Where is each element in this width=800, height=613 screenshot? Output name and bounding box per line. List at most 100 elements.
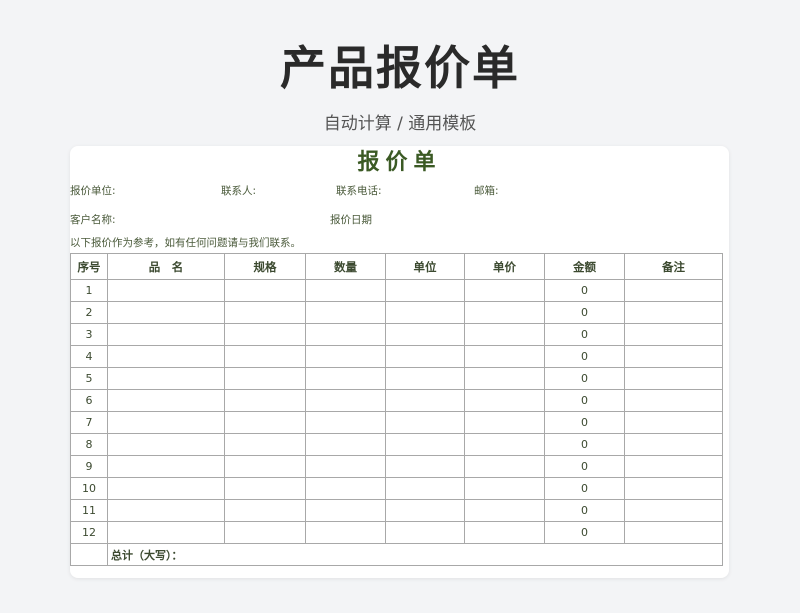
input-cell[interactable]	[464, 433, 545, 456]
input-cell[interactable]	[385, 389, 465, 412]
input-cell[interactable]	[224, 455, 306, 478]
input-cell[interactable]	[624, 389, 723, 412]
input-cell[interactable]	[305, 477, 386, 500]
input-cell[interactable]	[385, 433, 465, 456]
input-cell[interactable]	[107, 345, 225, 368]
input-cell[interactable]	[224, 367, 306, 390]
amount-cell[interactable]: 0	[544, 301, 625, 324]
input-cell[interactable]	[107, 433, 225, 456]
customer-label: 客户名称:	[70, 214, 116, 226]
row-number-cell: 9	[70, 455, 108, 478]
date-label: 报价日期	[330, 214, 372, 226]
input-cell[interactable]	[624, 301, 723, 324]
input-cell[interactable]	[107, 499, 225, 522]
amount-cell[interactable]: 0	[544, 521, 625, 544]
column-header: 单位	[385, 253, 465, 280]
input-cell[interactable]	[624, 433, 723, 456]
input-cell[interactable]	[305, 411, 386, 434]
input-cell[interactable]	[624, 279, 723, 302]
input-cell[interactable]	[464, 389, 545, 412]
amount-cell[interactable]: 0	[544, 367, 625, 390]
input-cell[interactable]	[224, 345, 306, 368]
input-cell[interactable]	[624, 477, 723, 500]
input-cell[interactable]	[305, 301, 386, 324]
input-cell[interactable]	[385, 323, 465, 346]
input-cell[interactable]	[224, 411, 306, 434]
input-cell[interactable]	[224, 323, 306, 346]
table-header-row: 序号品 名规格 数量 单位 单价 金额 备注	[70, 253, 723, 280]
input-cell[interactable]	[464, 323, 545, 346]
input-cell[interactable]	[224, 477, 306, 500]
input-cell[interactable]	[385, 345, 465, 368]
input-cell[interactable]	[305, 367, 386, 390]
column-header: 备注	[624, 253, 723, 280]
input-cell[interactable]	[107, 323, 225, 346]
input-cell[interactable]	[224, 389, 306, 412]
input-cell[interactable]	[464, 279, 545, 302]
input-cell[interactable]	[624, 323, 723, 346]
input-cell[interactable]	[224, 499, 306, 522]
input-cell[interactable]	[224, 433, 306, 456]
amount-cell[interactable]: 0	[544, 323, 625, 346]
input-cell[interactable]	[385, 477, 465, 500]
input-cell[interactable]	[107, 411, 225, 434]
input-cell[interactable]	[305, 389, 386, 412]
input-cell[interactable]	[305, 521, 386, 544]
amount-cell[interactable]: 0	[544, 411, 625, 434]
row-number-cell: 5	[70, 367, 108, 390]
input-cell[interactable]	[385, 367, 465, 390]
input-cell[interactable]	[464, 345, 545, 368]
input-cell[interactable]	[305, 455, 386, 478]
input-cell[interactable]	[464, 301, 545, 324]
column-header: 序号	[70, 253, 108, 280]
amount-cell[interactable]: 0	[544, 455, 625, 478]
input-cell[interactable]	[464, 367, 545, 390]
column-header: 金额	[544, 253, 625, 280]
input-cell[interactable]	[107, 301, 225, 324]
amount-cell[interactable]: 0	[544, 433, 625, 456]
input-cell[interactable]	[305, 499, 386, 522]
input-cell[interactable]	[224, 301, 306, 324]
input-cell[interactable]	[107, 279, 225, 302]
row-number-cell: 12	[70, 521, 108, 544]
input-cell[interactable]	[624, 499, 723, 522]
input-cell[interactable]	[107, 389, 225, 412]
input-cell[interactable]	[385, 279, 465, 302]
input-cell[interactable]	[624, 345, 723, 368]
amount-cell[interactable]: 0	[544, 345, 625, 368]
input-cell[interactable]	[385, 301, 465, 324]
input-cell[interactable]	[107, 367, 225, 390]
row-number-cell: 3	[70, 323, 108, 346]
total-row: 总计（大写）：	[70, 543, 723, 566]
input-cell[interactable]	[464, 411, 545, 434]
table-row: 80	[70, 433, 723, 456]
column-header: 品 名	[107, 253, 225, 280]
input-cell[interactable]	[305, 433, 386, 456]
input-cell[interactable]	[624, 455, 723, 478]
input-cell[interactable]	[385, 499, 465, 522]
input-cell[interactable]	[464, 521, 545, 544]
input-cell[interactable]	[224, 521, 306, 544]
input-cell[interactable]	[107, 521, 225, 544]
row-number-cell: 2	[70, 301, 108, 324]
amount-cell[interactable]: 0	[544, 477, 625, 500]
input-cell[interactable]	[385, 411, 465, 434]
input-cell[interactable]	[107, 455, 225, 478]
input-cell[interactable]	[385, 521, 465, 544]
amount-cell[interactable]: 0	[544, 499, 625, 522]
input-cell[interactable]	[305, 345, 386, 368]
input-cell[interactable]	[305, 323, 386, 346]
input-cell[interactable]	[464, 499, 545, 522]
input-cell[interactable]	[464, 477, 545, 500]
input-cell[interactable]	[385, 455, 465, 478]
quote-table: 序号品 名规格 数量 单位 单价 金额 备注 1 0 2 0 3 0 4 0 5 0 6 0 7 0 8 0 9 0 10 0 1…	[70, 253, 723, 566]
input-cell[interactable]	[224, 279, 306, 302]
input-cell[interactable]	[464, 455, 545, 478]
input-cell[interactable]	[305, 279, 386, 302]
amount-cell[interactable]: 0	[544, 279, 625, 302]
amount-cell[interactable]: 0	[544, 389, 625, 412]
input-cell[interactable]	[107, 477, 225, 500]
input-cell[interactable]	[624, 521, 723, 544]
input-cell[interactable]	[624, 367, 723, 390]
input-cell[interactable]	[624, 411, 723, 434]
